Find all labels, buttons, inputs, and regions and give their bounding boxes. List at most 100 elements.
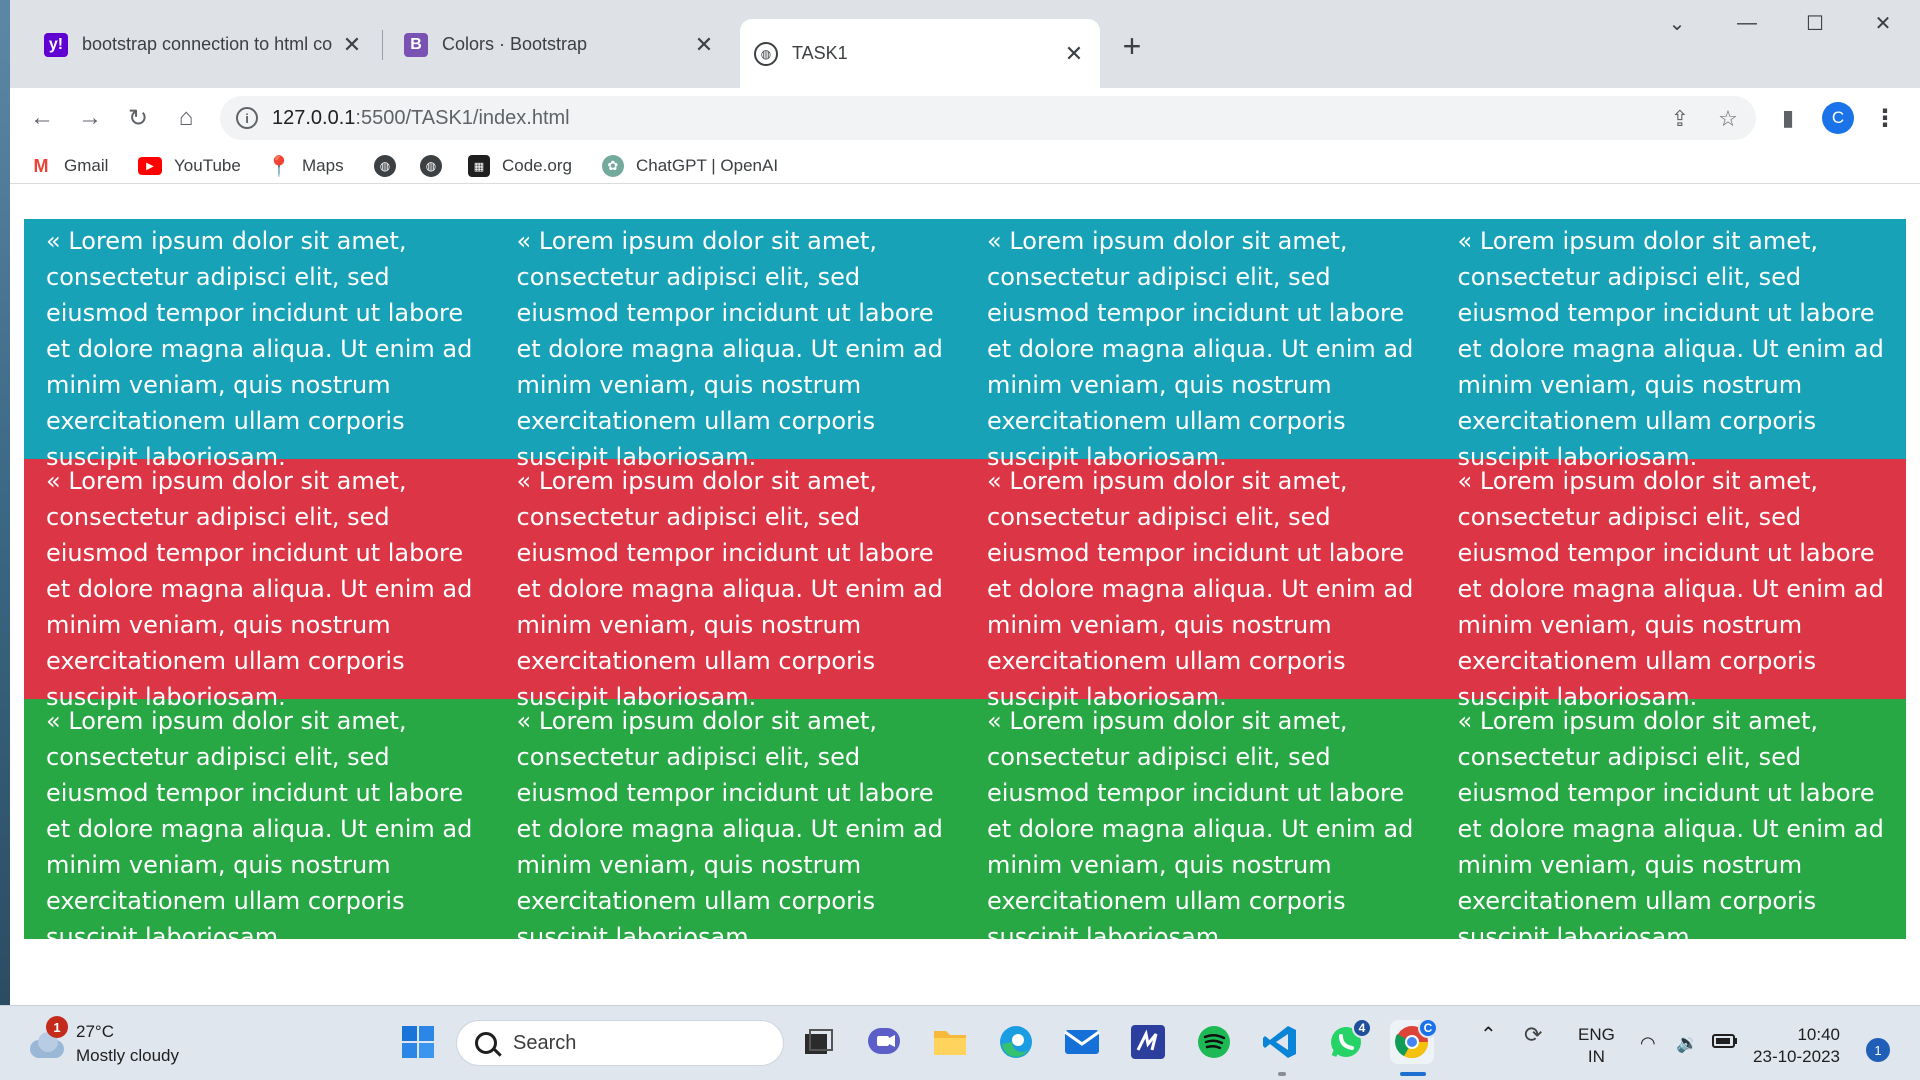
lorem-cell: « Lorem ipsum dolor sit amet, consectetu… [516, 227, 943, 471]
bookmark-chatgpt[interactable]: ✿ ChatGPT | OpenAI [602, 152, 778, 180]
teams-chat-icon[interactable] [862, 1020, 906, 1064]
bookmark-label: YouTube [174, 156, 241, 175]
tab-title: bootstrap connection to html co [82, 34, 333, 54]
clock-date: 23-10-2023 [1753, 1047, 1840, 1066]
yahoo-icon: y! [44, 32, 68, 57]
page-viewport: « Lorem ipsum dolor sit amet, consectetu… [10, 184, 1920, 1005]
lorem-cell: « Lorem ipsum dolor sit amet, consectetu… [516, 467, 943, 711]
language-line2: IN [1587, 1047, 1605, 1066]
browser-menu-icon[interactable]: ⋮ [1870, 100, 1900, 136]
close-window-button[interactable]: ✕ [1860, 8, 1906, 38]
address-bar[interactable]: i 127.0.0.1:5500/TASK1/index.html ⇪ ☆ [220, 96, 1756, 140]
taskbar-search[interactable]: Search [456, 1020, 784, 1066]
bookmark-label: Maps [302, 156, 344, 175]
globe-icon: ◍ [374, 155, 396, 177]
lorem-cell: « Lorem ipsum dolor sit amet, consectetu… [46, 467, 473, 711]
active-app-indicator [1400, 1072, 1426, 1076]
lorem-cell: « Lorem ipsum dolor sit amet, consectetu… [1457, 467, 1884, 711]
windows-icon [402, 1026, 434, 1058]
file-explorer-icon[interactable] [928, 1020, 972, 1064]
bookmark-label: ChatGPT | OpenAI [636, 156, 779, 175]
bookmark-star-icon[interactable]: ☆ [1714, 105, 1742, 133]
bookmark-globe-2[interactable]: ◍ [420, 152, 454, 180]
search-icon [475, 1032, 497, 1054]
tab-title: Colors · Bootstrap [442, 34, 588, 54]
reload-button[interactable]: ↻ [118, 98, 158, 138]
sync-icon[interactable]: ⟳ [1524, 1024, 1542, 1046]
whatsapp-badge: 4 [1352, 1018, 1372, 1038]
mail-icon[interactable] [1060, 1020, 1104, 1064]
color-grid: « Lorem ipsum dolor sit amet, consectetu… [24, 219, 1906, 951]
show-hidden-icons-chevron-icon[interactable]: ⌃ [1480, 1024, 1497, 1046]
weather-temp: 27°C [76, 1022, 114, 1041]
side-panel-icon[interactable]: ▮ [1774, 104, 1802, 132]
tab-bootstrap-colors[interactable]: B Colors · Bootstrap ✕ [390, 19, 730, 70]
openai-icon: ✿ [602, 155, 624, 177]
volume-icon[interactable]: 🔉 [1676, 1032, 1698, 1054]
new-tab-button[interactable]: + [1114, 28, 1150, 64]
start-button[interactable] [396, 1020, 440, 1064]
clock[interactable]: 10:40 23-10-2023 [1753, 1024, 1840, 1068]
lorem-cell: « Lorem ipsum dolor sit amet, consectetu… [987, 467, 1414, 711]
bookmark-maps[interactable]: 📍 Maps [266, 152, 344, 180]
browser-toolbar: ← → ↻ ⌂ i 127.0.0.1:5500/TASK1/index.htm… [0, 88, 1920, 148]
gmail-icon: M [33, 155, 49, 176]
bookmark-label: Code.org [502, 156, 572, 175]
maps-icon: 📍 [266, 155, 292, 178]
profile-avatar[interactable]: C [1822, 102, 1854, 134]
tab-title: TASK1 [792, 43, 848, 63]
lorem-cell: « Lorem ipsum dolor sit amet, consectetu… [987, 707, 1414, 951]
tab-task1[interactable]: ◍ TASK1 ✕ [740, 19, 1100, 88]
youtube-icon: ▶ [138, 157, 162, 175]
lorem-cell: « Lorem ipsum dolor sit amet, consectetu… [516, 707, 943, 951]
codeorg-icon: ▦ [468, 155, 490, 177]
running-app-indicator [1278, 1072, 1286, 1076]
lorem-cell: « Lorem ipsum dolor sit amet, consectetu… [1457, 707, 1884, 951]
tab-yahoo[interactable]: y! bootstrap connection to html co ✕ [30, 19, 378, 70]
notification-badge[interactable]: 1 [1866, 1038, 1890, 1062]
bookmark-gmail[interactable]: M Gmail [30, 152, 109, 180]
bootstrap-icon: B [404, 32, 428, 57]
weather-condition: Mostly cloudy [76, 1046, 179, 1065]
bookmarks-bar: M Gmail ▶ YouTube 📍 Maps ◍ ◍ ▦ Code.org … [0, 148, 1920, 184]
bookmark-youtube[interactable]: ▶ YouTube [138, 152, 241, 180]
edge-browser-icon[interactable] [994, 1020, 1038, 1064]
weather-badge: 1 [46, 1016, 68, 1038]
bookmark-label: Gmail [64, 156, 109, 175]
close-icon[interactable]: ✕ [340, 32, 364, 57]
close-icon[interactable]: ✕ [1062, 41, 1086, 66]
site-info-icon[interactable]: i [236, 107, 258, 129]
back-button[interactable]: ← [22, 98, 62, 138]
search-placeholder: Search [513, 1031, 577, 1054]
task-view-icon[interactable] [796, 1020, 840, 1064]
windows-taskbar: 27°C Mostly cloudy 1 Search 4 C ⌃ ⟳ ENG … [0, 1005, 1920, 1080]
tab-search-chevron-icon[interactable]: ⌄ [1654, 8, 1700, 38]
lorem-cell: « Lorem ipsum dolor sit amet, consectetu… [46, 707, 473, 951]
info-row: « Lorem ipsum dolor sit amet, consectetu… [24, 219, 1906, 471]
forward-button[interactable]: → [70, 98, 110, 138]
success-row: « Lorem ipsum dolor sit amet, consectetu… [24, 699, 1906, 951]
wifi-icon[interactable]: ◠ [1640, 1032, 1656, 1054]
close-icon[interactable]: ✕ [692, 32, 716, 57]
vscode-icon[interactable] [1258, 1020, 1302, 1064]
globe-icon: ◍ [754, 41, 778, 66]
lorem-cell: « Lorem ipsum dolor sit amet, consectetu… [1457, 227, 1884, 471]
weather-text: 27°C Mostly cloudy [76, 1020, 179, 1068]
lorem-cell: « Lorem ipsum dolor sit amet, consectetu… [46, 227, 473, 471]
bookmark-codeorg[interactable]: ▦ Code.org [468, 152, 572, 180]
url-text: 127.0.0.1:5500/TASK1/index.html [272, 106, 570, 129]
language-indicator[interactable]: ENG IN [1578, 1024, 1615, 1068]
minimize-button[interactable]: — [1724, 8, 1770, 38]
clock-time: 10:40 [1797, 1025, 1840, 1044]
myscript-app-icon[interactable] [1126, 1020, 1170, 1064]
maximize-button[interactable]: ☐ [1792, 8, 1838, 38]
chrome-profile-badge: C [1418, 1018, 1438, 1038]
share-icon[interactable]: ⇪ [1666, 105, 1694, 133]
home-button[interactable]: ⌂ [166, 98, 206, 138]
browser-tab-strip: y! bootstrap connection to html co ✕ B C… [0, 0, 1920, 88]
spotify-icon[interactable] [1192, 1020, 1236, 1064]
bookmark-globe-1[interactable]: ◍ [374, 152, 408, 180]
globe-icon: ◍ [420, 155, 442, 177]
lorem-cell: « Lorem ipsum dolor sit amet, consectetu… [987, 227, 1414, 471]
language-line1: ENG [1578, 1025, 1615, 1044]
